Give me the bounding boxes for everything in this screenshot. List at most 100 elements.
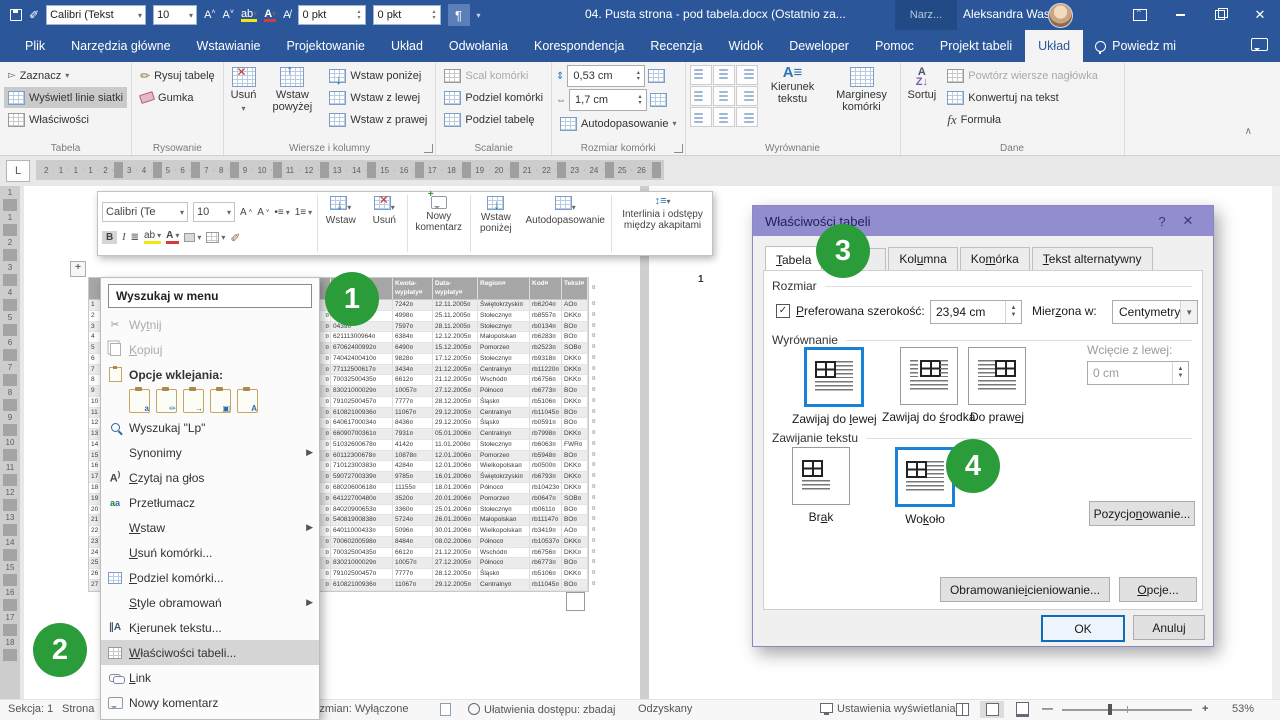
table-cell[interactable]: BO¤	[562, 505, 588, 516]
table-cell[interactable]: 29.12.2005¤	[433, 418, 478, 429]
table-cell[interactable]: DKK¤	[562, 397, 588, 408]
ruler-column-marker[interactable]	[415, 162, 424, 178]
ruler-row-marker[interactable]	[3, 499, 17, 511]
option-box[interactable]	[804, 347, 864, 407]
dialog-tab-komórka[interactable]: Komórka	[960, 247, 1030, 270]
status-accessibility[interactable]: Ułatwienia dostępu: zbadaj	[468, 703, 615, 716]
table-cell[interactable]: Pomorze¤	[478, 451, 530, 462]
cancel-button[interactable]: Anuluj	[1133, 615, 1205, 640]
options-button[interactable]: Opcje...	[1119, 577, 1197, 602]
table-cell[interactable]: Wschód¤	[478, 375, 530, 386]
table-cell[interactable]: 30.01.2006¤	[433, 526, 478, 537]
ruler-row-marker[interactable]	[3, 324, 17, 336]
mini-new-comment-button[interactable]: Nowy komentarz	[409, 192, 469, 255]
table-cell[interactable]: rb0611¤	[530, 505, 562, 516]
table-cell[interactable]: 68020600618¤	[331, 483, 393, 494]
delete-button[interactable]: ✕ Usuń▾	[228, 65, 260, 140]
table-header-cell[interactable]: Tekst¤	[562, 278, 588, 300]
dialog-close-button[interactable]: ✕	[1175, 213, 1201, 229]
table-cell[interactable]: Pomorze¤	[478, 343, 530, 354]
spacing-before-spinner[interactable]: 0 pkt ▴▾	[298, 5, 366, 25]
table-cell[interactable]: Małopolska¤	[478, 332, 530, 343]
table-cell[interactable]: 84020900653¤	[331, 505, 393, 516]
ruler-column-marker[interactable]	[230, 162, 239, 178]
table-cell[interactable]: 64122700480¤	[331, 494, 393, 505]
table-cell[interactable]: 12.01.2006¤	[433, 451, 478, 462]
ribbon-display-options-button[interactable]	[1120, 0, 1160, 30]
ribbon-tab-recenzja[interactable]: Recenzja	[637, 30, 715, 62]
mini-insert-button[interactable]: ↓▾ Wstaw	[319, 192, 363, 255]
table-cell[interactable]: rb11220¤	[530, 365, 562, 376]
status-recovered[interactable]: Odzyskany	[638, 703, 692, 715]
mini-autofit-button[interactable]: ▾ Autodopasowanie	[520, 192, 610, 255]
ribbon-tab-narzędzia-główne[interactable]: Narzędzia główne	[58, 30, 183, 62]
spinner-arrows-icon[interactable]: ▴▾	[354, 9, 365, 21]
table-cell[interactable]: rb11045¤	[530, 408, 562, 419]
mini-align-button[interactable]: ≣	[131, 232, 139, 243]
table-cell[interactable]: 70060200598¤	[331, 537, 393, 548]
font-size-combo[interactable]: 10 ▾	[153, 5, 197, 25]
table-cell[interactable]: 83021000029¤	[331, 386, 393, 397]
table-cell[interactable]: rb6063¤	[530, 440, 562, 451]
table-cell[interactable]: 29.12.2005¤	[433, 580, 478, 591]
mini-format-painter-button[interactable]: ✐	[230, 231, 240, 245]
table-cell[interactable]: 61082100936¤	[331, 408, 393, 419]
table-cell[interactable]: rb11147¤	[530, 515, 562, 526]
table-cell[interactable]: DKK¤	[562, 429, 588, 440]
table-cell[interactable]: Północ¤	[478, 386, 530, 397]
table-header-cell[interactable]: Region¤	[478, 278, 530, 300]
split-table-button[interactable]: Podziel tabelę	[440, 109, 547, 130]
align-option-left[interactable]: Zawijaj do lewej	[792, 347, 877, 426]
option-box[interactable]	[968, 347, 1026, 405]
mini-borders-button[interactable]: ▾	[206, 232, 225, 243]
close-button[interactable]: ✕	[1240, 0, 1280, 30]
table-cell[interactable]: DKK¤	[562, 537, 588, 548]
menu-item-usuń-komórki[interactable]: Usuń komórki...	[101, 540, 319, 565]
ruler-row-marker[interactable]	[3, 274, 17, 286]
table-cell[interactable]: DKK¤	[562, 483, 588, 494]
paste-merge-formatting-icon[interactable]: ✏	[156, 389, 177, 413]
spinner-arrows-icon[interactable]: ▲▼	[1005, 301, 1021, 323]
table-cell[interactable]: rb0134¤	[530, 322, 562, 333]
menu-item-przetłumacz[interactable]: aPrzetłumacz	[101, 490, 319, 515]
spinner-arrows-icon[interactable]: ▴▾	[634, 94, 646, 106]
ruler-column-marker[interactable]	[462, 162, 471, 178]
table-cell[interactable]: rb6756¤	[530, 375, 562, 386]
table-cell[interactable]: Centralny¤	[478, 408, 530, 419]
table-cell[interactable]: Śląsk¤	[478, 569, 530, 580]
menu-item-kierunek-tekstu[interactable]: ∥AKierunek tekstu...	[101, 615, 319, 640]
table-cell[interactable]: rb6773¤	[530, 558, 562, 569]
table-cell[interactable]: BO¤	[562, 451, 588, 462]
table-cell[interactable]: rb0647¤	[530, 494, 562, 505]
table-cell[interactable]: 12.01.2006¤	[433, 461, 478, 472]
table-cell[interactable]: 66090700361¤	[331, 429, 393, 440]
ruler-row-marker[interactable]	[3, 474, 17, 486]
mini-bullets-button[interactable]: •≡▾	[274, 207, 289, 218]
align-option-center[interactable]: Zawijaj do środka	[882, 347, 975, 424]
ruler-row-marker[interactable]	[3, 549, 17, 561]
row-height-spinner[interactable]: 0,53 cm ▴▾	[567, 65, 645, 87]
table-cell[interactable]: 21.12.2005¤	[433, 365, 478, 376]
table-cell[interactable]: 54081900838¤	[331, 515, 393, 526]
dialog-launcher-icon[interactable]	[424, 144, 433, 153]
ruler-column-marker[interactable]	[191, 162, 200, 178]
zoom-level[interactable]: 53%	[1232, 703, 1254, 715]
table-cell[interactable]: BO¤	[562, 332, 588, 343]
table-cell[interactable]: rb0500¤	[530, 461, 562, 472]
table-cell[interactable]: rb6283¤	[530, 332, 562, 343]
table-cell[interactable]: 25.01.2006¤	[433, 505, 478, 516]
table-cell[interactable]: rb8557¤	[530, 311, 562, 322]
table-cell[interactable]: 28.12.2005¤	[433, 569, 478, 580]
table-cell[interactable]: rb6773¤	[530, 386, 562, 397]
ribbon-tab-deweloper[interactable]: Deweloper	[776, 30, 862, 62]
cell-margins-button[interactable]: Marginesy komórki	[828, 65, 896, 140]
repeat-header-rows-button[interactable]: Powtórz wiersze nagłówka	[943, 65, 1102, 86]
properties-button[interactable]: Właściwości	[4, 109, 127, 130]
table-cell[interactable]: 61082100936¤	[331, 580, 393, 591]
zoom-out-button[interactable]: —	[1042, 703, 1053, 715]
paste-keep-source-formatting-icon[interactable]: a	[129, 389, 150, 413]
table-cell[interactable]: Centralny¤	[478, 429, 530, 440]
ruler-row-marker[interactable]	[3, 649, 17, 661]
ruler-row-marker[interactable]	[3, 599, 17, 611]
table-cell[interactable]: 21.12.2005¤	[433, 548, 478, 559]
